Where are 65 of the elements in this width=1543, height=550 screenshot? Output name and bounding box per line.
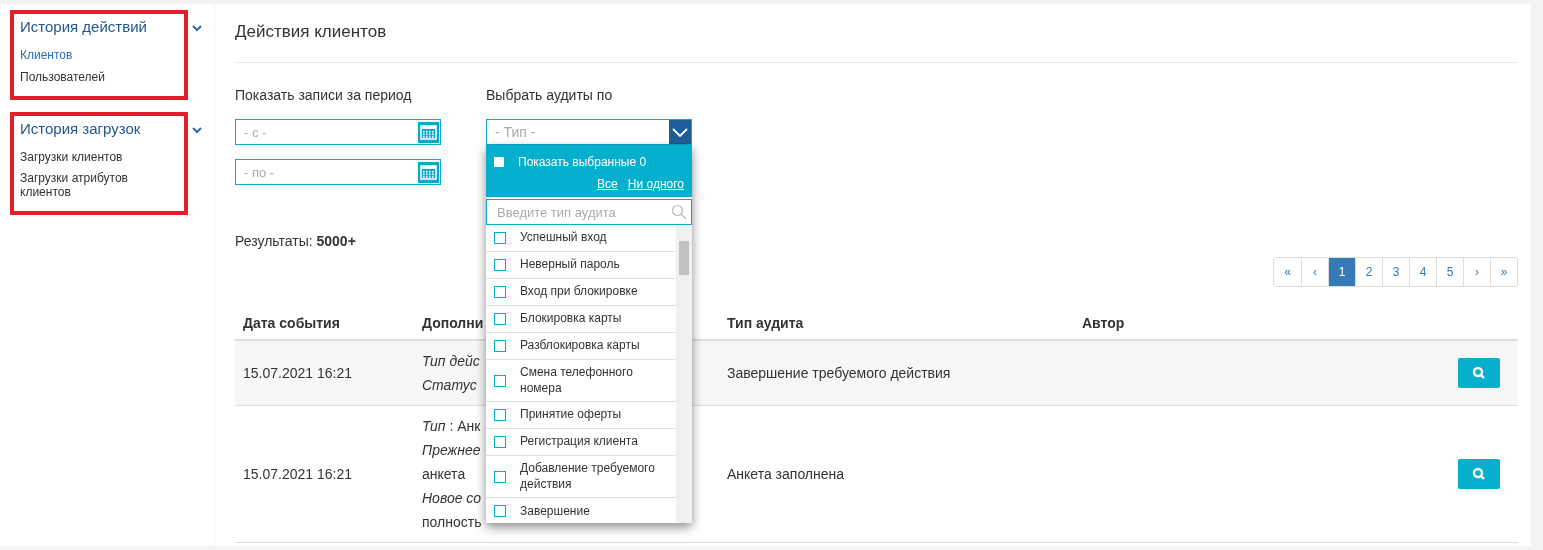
sidebar-link[interactable]: Клиентов <box>20 49 178 63</box>
option-item[interactable]: Успешный вход <box>486 225 676 252</box>
audit-type-cell-text: Анкета заполнена <box>726 466 846 482</box>
details-text: Прежнее <box>422 441 481 460</box>
chevron-icon[interactable] <box>192 24 202 32</box>
column-header: Тип аудита <box>726 315 804 331</box>
option-label: Вход при блокировке <box>520 284 638 300</box>
section-title[interactable]: История действий <box>20 18 178 35</box>
column-header: Автор <box>1081 315 1125 331</box>
checkbox[interactable] <box>494 505 506 518</box>
calendar-icon[interactable] <box>418 121 439 143</box>
period-label: Показать записи за период <box>235 87 413 103</box>
option-label: Неверный пароль <box>520 257 620 273</box>
page-button[interactable]: 1 <box>1328 258 1355 286</box>
date-cell-text: 15.07.2021 16:21 <box>242 466 353 482</box>
column-header: Дополни <box>421 315 484 331</box>
details-text: Тип дейс <box>422 352 480 371</box>
search-icon <box>1472 467 1486 481</box>
details-text: анкета <box>422 465 466 484</box>
column-header: Дата события <box>242 315 340 331</box>
option-label: Добавление требуемого действия <box>520 461 656 493</box>
checkbox[interactable] <box>494 470 506 483</box>
search-icon <box>1472 366 1486 380</box>
checkbox[interactable] <box>494 436 506 449</box>
checkbox[interactable] <box>494 409 506 422</box>
audit-type-cell-text: Завершение требуемого действия <box>726 365 952 381</box>
audit-filter-label: Выбрать аудиты по <box>486 87 614 103</box>
checkbox[interactable] <box>494 157 504 167</box>
chevron-icon[interactable] <box>192 125 202 134</box>
search-box[interactable]: Введите тип аудита <box>486 199 692 225</box>
checkbox[interactable] <box>494 313 506 325</box>
page-title: Действия клиентов <box>235 22 1518 63</box>
section-title[interactable]: История загрузок <box>20 119 178 137</box>
option-label: Смена телефонного номера <box>520 365 634 397</box>
details-text: Новое со <box>422 489 482 508</box>
chevron-icon[interactable] <box>669 120 691 144</box>
checkbox[interactable] <box>494 259 506 271</box>
sidebar-link[interactable]: Пользователей <box>20 70 178 85</box>
date-cell-text: 15.07.2021 16:21 <box>242 365 353 381</box>
option-label: Принятие оферты <box>520 407 622 423</box>
option-label: Разблокировка карты <box>520 338 640 354</box>
details-text: Тип : Анк <box>422 417 481 436</box>
view-button[interactable] <box>1458 358 1500 388</box>
page-button[interactable]: » <box>1490 258 1517 286</box>
option-label: Успешный вход <box>520 230 607 246</box>
option-item[interactable]: Неверный пароль <box>486 252 676 279</box>
checkbox[interactable] <box>494 232 506 244</box>
sidebar-link[interactable]: Загрузки клиентов <box>20 150 178 165</box>
search-icon <box>671 204 687 220</box>
option-item[interactable]: Вход при блокировке <box>486 279 676 306</box>
checkbox[interactable] <box>494 286 506 298</box>
details-text: Статус <box>422 376 477 395</box>
option-label: Регистрация клиента <box>520 434 638 450</box>
calendar-icon[interactable] <box>418 161 439 183</box>
checkbox[interactable] <box>494 340 506 352</box>
date-picker[interactable]: - по - <box>235 159 441 185</box>
date-picker[interactable]: - с - <box>235 119 441 145</box>
details-text: полность <box>422 513 482 532</box>
view-button[interactable] <box>1458 459 1500 489</box>
sidebar-link[interactable]: Загрузки атрибутов клиентов <box>20 172 178 200</box>
scrollbar[interactable] <box>676 225 692 523</box>
checkbox[interactable] <box>494 374 506 387</box>
results-count: Результаты: 5000+ <box>235 233 356 249</box>
option-label: Блокировка карты <box>520 311 622 327</box>
option-label: Завершение <box>520 503 590 520</box>
